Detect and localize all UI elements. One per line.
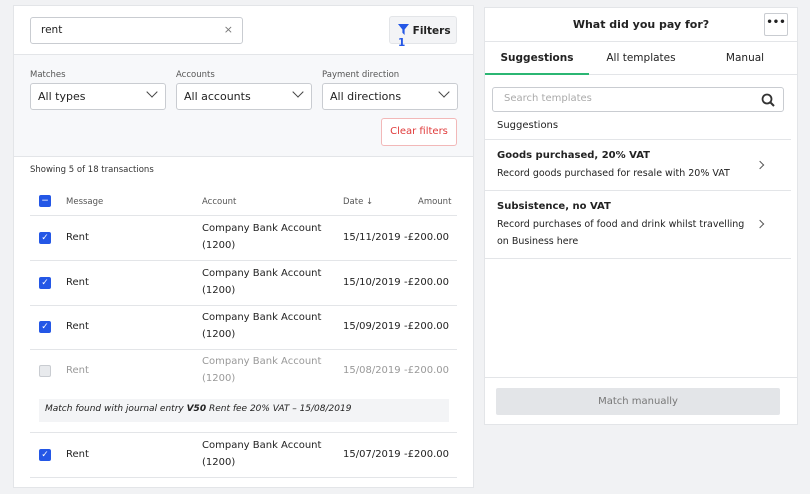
more-options-button[interactable]: ••• xyxy=(764,13,788,36)
column-header-message[interactable]: Message xyxy=(66,197,103,207)
template-panel: What did you pay for? ••• Suggestions Al… xyxy=(484,7,798,425)
column-header-date[interactable]: Date ↓ xyxy=(343,197,373,207)
select-all-checkbox[interactable]: − xyxy=(39,195,51,207)
transactions-panel: rent × Filters 1 Matches Accounts Payment… xyxy=(13,5,474,488)
template-item[interactable]: Subsistence, no VAT Record purchases of f… xyxy=(485,191,791,259)
row-checkbox[interactable]: ✓ xyxy=(39,321,51,333)
search-value: rent xyxy=(41,24,63,36)
row-message: Rent xyxy=(66,321,89,332)
table-row[interactable]: Rent Company Bank Account (1200) 15/08/2… xyxy=(14,349,473,433)
row-checkbox[interactable]: ✓ xyxy=(39,449,51,461)
payment-direction-select[interactable]: All directions xyxy=(322,83,458,110)
template-item[interactable]: Goods purchased, 20% VAT Record goods pur… xyxy=(485,140,791,191)
search-icon xyxy=(761,93,775,107)
row-account: Company Bank Account xyxy=(202,356,322,367)
filters-count: 1 xyxy=(398,37,406,49)
template-title: Subsistence, no VAT xyxy=(497,201,611,212)
table-row[interactable]: ✓ Rent Company Bank Account (1200) 15/10… xyxy=(14,261,473,306)
table-row[interactable]: ✓ Rent Company Bank Account (1200) 15/11… xyxy=(14,216,473,261)
row-amount: -£200.00 xyxy=(404,277,449,288)
suggestions-heading: Suggestions xyxy=(497,120,559,131)
row-message: Rent xyxy=(66,232,89,243)
row-account: Company Bank Account xyxy=(202,312,322,323)
row-account: Company Bank Account xyxy=(202,440,322,451)
row-amount: -£200.00 xyxy=(404,232,449,243)
template-title: Goods purchased, 20% VAT xyxy=(497,150,650,161)
row-message: Rent xyxy=(66,449,89,460)
match-note-ref[interactable]: V50 xyxy=(187,404,207,414)
divider xyxy=(30,477,457,478)
chevron-right-icon xyxy=(755,160,765,170)
chevron-down-icon xyxy=(146,86,158,98)
clear-search-icon[interactable]: × xyxy=(224,23,233,36)
row-date: 15/11/2019 xyxy=(343,232,401,243)
results-count: Showing 5 of 18 transactions xyxy=(30,165,154,175)
search-input[interactable]: rent × xyxy=(30,17,243,44)
chevron-right-icon xyxy=(755,219,765,229)
match-note: Match found with journal entry V50 Rent … xyxy=(39,399,449,422)
row-message: Rent xyxy=(66,365,89,376)
search-placeholder: Search templates xyxy=(504,93,592,104)
tab-manual[interactable]: Manual xyxy=(693,42,797,75)
row-amount: -£200.00 xyxy=(404,449,449,460)
tab-all-templates[interactable]: All templates xyxy=(589,42,693,75)
filters-label: Filters xyxy=(412,25,451,37)
payment-direction-label: Payment direction xyxy=(322,70,400,80)
chevron-down-icon xyxy=(438,86,450,98)
template-desc: Record purchases of food and drink whils… xyxy=(497,219,745,247)
row-account-code: (1200) xyxy=(202,373,236,384)
filter-icon xyxy=(398,24,409,35)
filters-section: Matches Accounts Payment direction All t… xyxy=(14,55,473,157)
match-manually-button[interactable]: Match manually xyxy=(496,388,780,415)
chevron-down-icon xyxy=(292,86,304,98)
accounts-value: All accounts xyxy=(184,90,251,103)
column-header-account[interactable]: Account xyxy=(202,197,236,207)
clear-filters-button[interactable]: Clear filters xyxy=(381,118,457,146)
row-date: 15/07/2019 xyxy=(343,449,401,460)
accounts-select[interactable]: All accounts xyxy=(176,83,312,110)
row-account-code: (1200) xyxy=(202,285,236,296)
divider xyxy=(485,377,797,378)
payment-direction-value: All directions xyxy=(330,90,402,103)
match-note-prefix: Match found with journal entry xyxy=(45,404,187,414)
table-row[interactable]: ✓ Rent Company Bank Account (1200) 15/07… xyxy=(14,433,473,478)
filters-button[interactable]: Filters 1 xyxy=(389,16,457,49)
matches-value: All types xyxy=(38,90,86,103)
row-checkbox[interactable]: ✓ xyxy=(39,232,51,244)
template-desc: Record goods purchased for resale with 2… xyxy=(497,168,730,179)
row-date: 15/10/2019 xyxy=(343,277,401,288)
row-account: Company Bank Account xyxy=(202,223,322,234)
tab-suggestions[interactable]: Suggestions xyxy=(485,42,589,75)
accounts-label: Accounts xyxy=(176,70,215,80)
template-search-input[interactable]: Search templates xyxy=(492,87,784,112)
row-date: 15/08/2019 xyxy=(343,365,401,376)
row-account-code: (1200) xyxy=(202,457,236,468)
matches-select[interactable]: All types xyxy=(30,83,166,110)
row-date: 15/09/2019 xyxy=(343,321,401,332)
row-account-code: (1200) xyxy=(202,240,236,251)
row-amount: -£200.00 xyxy=(404,365,449,376)
row-checkbox[interactable]: ✓ xyxy=(39,277,51,289)
row-account-code: (1200) xyxy=(202,329,236,340)
search-bar: rent × Filters 1 xyxy=(14,6,473,55)
row-account: Company Bank Account xyxy=(202,268,322,279)
column-header-amount[interactable]: Amount xyxy=(418,197,451,207)
matches-label: Matches xyxy=(30,70,66,80)
match-note-suffix: Rent fee 20% VAT – 15/08/2019 xyxy=(206,404,352,414)
row-message: Rent xyxy=(66,277,89,288)
table-row[interactable]: ✓ Rent Company Bank Account (1200) 15/09… xyxy=(14,305,473,350)
panel-title: What did you pay for? xyxy=(485,8,797,42)
row-amount: -£200.00 xyxy=(404,321,449,332)
row-checkbox[interactable] xyxy=(39,365,51,377)
